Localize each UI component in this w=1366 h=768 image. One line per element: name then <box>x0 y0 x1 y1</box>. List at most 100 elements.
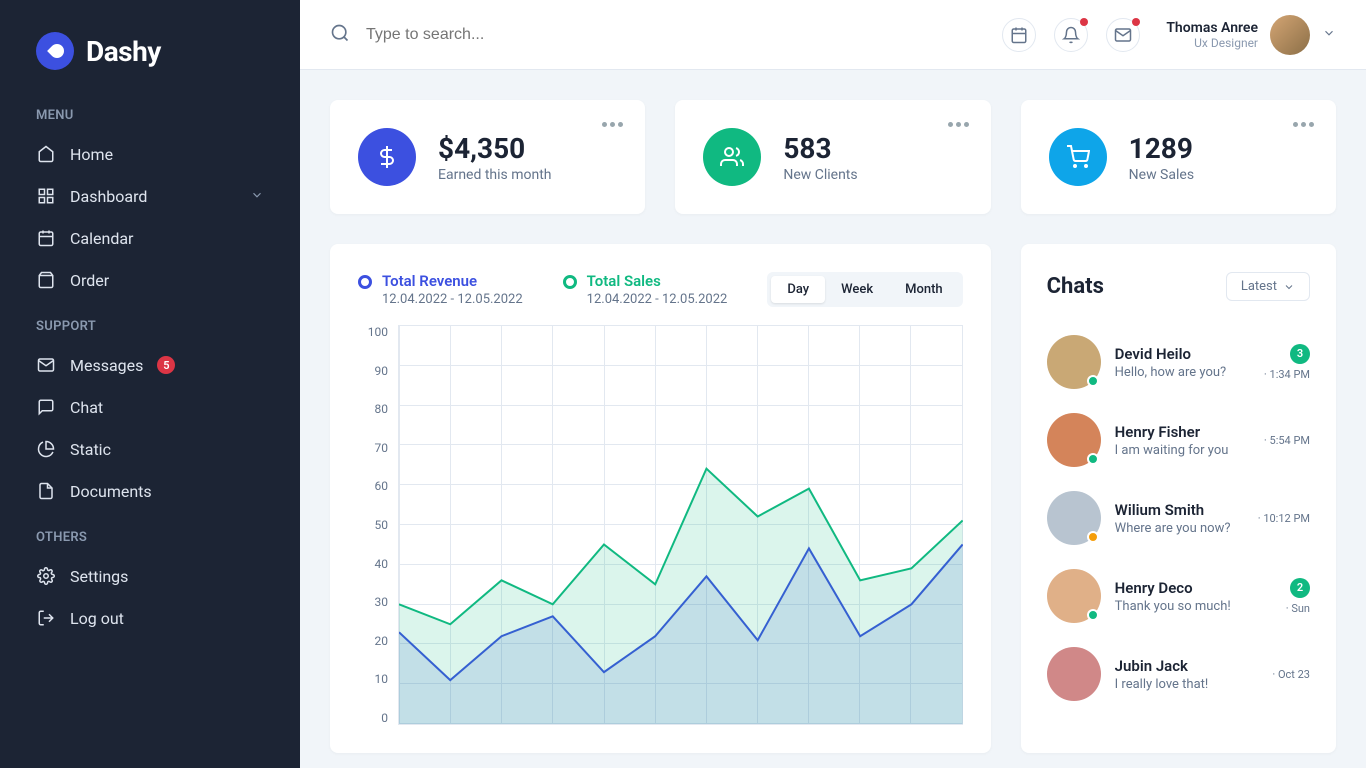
stat-value: $4,350 <box>438 132 552 165</box>
range-week[interactable]: Week <box>825 276 889 303</box>
support-section-label: SUPPORT <box>0 301 300 344</box>
chat-meta: · Oct 23 <box>1272 668 1310 681</box>
others-section-label: OTHERS <box>0 512 300 555</box>
y-tick: 0 <box>358 711 388 725</box>
chat-message: Hello, how are you? <box>1115 365 1250 380</box>
legend-range: 12.04.2022 - 12.05.2022 <box>587 292 728 307</box>
logout-icon <box>36 608 56 628</box>
chat-meta: · 10:12 PM <box>1258 512 1310 525</box>
chats-panel: Chats Latest Devid HeiloHello, how are y… <box>1021 244 1336 753</box>
header-calendar-icon[interactable] <box>1002 18 1036 52</box>
y-tick: 40 <box>358 557 388 571</box>
users-icon <box>703 128 761 186</box>
chevron-down-icon <box>1322 25 1336 44</box>
chat-time: · 5:54 PM <box>1264 434 1310 447</box>
y-tick: 30 <box>358 595 388 609</box>
chart-svg <box>399 325 963 724</box>
chat-item[interactable]: Devid HeiloHello, how are you? 3· 1:34 P… <box>1047 323 1310 401</box>
chat-item[interactable]: Henry Fisher I am waiting for you · 5:54 … <box>1047 401 1310 479</box>
mail-icon <box>36 355 56 375</box>
gear-icon <box>36 566 56 586</box>
nav-static[interactable]: Static <box>0 428 300 470</box>
content: $4,350Earned this month 583New Clients 1… <box>300 70 1366 768</box>
nav-documents[interactable]: Documents <box>0 470 300 512</box>
avatar <box>1270 15 1310 55</box>
stat-label: Earned this month <box>438 167 552 183</box>
nav-label: Static <box>70 440 111 459</box>
y-axis: 1009080706050403020100 <box>358 325 398 725</box>
nav-messages[interactable]: Messages 5 <box>0 344 300 386</box>
sidebar: Dashy MENU Home Dashboard Calendar Order… <box>0 0 300 768</box>
y-tick: 60 <box>358 479 388 493</box>
nav-label: Chat <box>70 398 103 417</box>
stat-earned: $4,350 Earned this month <box>330 100 645 214</box>
notification-dot <box>1132 18 1140 26</box>
chat-item[interactable]: Wilium SmithWhere are you now? · 10:12 P… <box>1047 479 1310 557</box>
legend-sales: Total Sales 12.04.2022 - 12.05.2022 <box>563 272 728 307</box>
range-month[interactable]: Month <box>889 276 959 303</box>
y-tick: 80 <box>358 402 388 416</box>
chat-name: Henry Deco <box>1115 579 1272 597</box>
avatar <box>1047 647 1101 701</box>
legend-dot-icon <box>563 275 577 289</box>
logo[interactable]: Dashy <box>0 0 300 90</box>
chats-sort[interactable]: Latest <box>1226 272 1310 301</box>
status-dot <box>1087 375 1099 387</box>
legend-title: Total Sales <box>587 272 728 290</box>
range-day[interactable]: Day <box>771 276 825 303</box>
legend-title: Total Revenue <box>382 272 523 290</box>
avatar <box>1047 569 1101 623</box>
chart-area: 1009080706050403020100 <box>358 325 963 725</box>
stat-label: New Clients <box>783 167 857 183</box>
card-menu-icon[interactable] <box>948 122 969 127</box>
user-name: Thomas Anree <box>1166 20 1258 36</box>
nav-chat[interactable]: Chat <box>0 386 300 428</box>
y-tick: 10 <box>358 672 388 686</box>
y-tick: 100 <box>358 325 388 339</box>
nav-order[interactable]: Order <box>0 259 300 301</box>
file-icon <box>36 481 56 501</box>
nav-settings[interactable]: Settings <box>0 555 300 597</box>
home-icon <box>36 144 56 164</box>
nav-label: Documents <box>70 482 152 501</box>
nav-label: Home <box>70 145 113 164</box>
chat-icon <box>36 397 56 417</box>
header-mail-icon[interactable] <box>1106 18 1140 52</box>
y-tick: 70 <box>358 441 388 455</box>
chat-time: · Oct 23 <box>1272 668 1310 681</box>
main: Thomas Anree Ux Designer $4,350 Earned th… <box>300 0 1366 768</box>
nav-dashboard[interactable]: Dashboard <box>0 175 300 217</box>
status-dot <box>1087 609 1099 621</box>
avatar <box>1047 491 1101 545</box>
card-menu-icon[interactable] <box>602 122 623 127</box>
bag-icon <box>36 270 56 290</box>
chat-list: Devid HeiloHello, how are you? 3· 1:34 P… <box>1047 323 1310 713</box>
dollar-icon <box>358 128 416 186</box>
chat-message: I am waiting for you <box>1115 443 1250 458</box>
user-menu[interactable]: Thomas Anree Ux Designer <box>1166 15 1336 55</box>
nav-logout[interactable]: Log out <box>0 597 300 639</box>
chat-meta: · 5:54 PM <box>1264 434 1310 447</box>
stat-sales: 1289New Sales <box>1021 100 1336 214</box>
nav-label: Log out <box>70 609 124 628</box>
nav-home[interactable]: Home <box>0 133 300 175</box>
search <box>330 23 984 47</box>
search-input[interactable] <box>366 26 984 44</box>
notifications-icon[interactable] <box>1054 18 1088 52</box>
chat-item[interactable]: Jubin JackI really love that! · Oct 23 <box>1047 635 1310 713</box>
nav-label: Messages <box>70 356 143 375</box>
grid-icon <box>36 186 56 206</box>
nav-calendar[interactable]: Calendar <box>0 217 300 259</box>
plot <box>398 325 963 725</box>
card-menu-icon[interactable] <box>1293 122 1314 127</box>
chats-title: Chats <box>1047 274 1104 299</box>
search-icon[interactable] <box>330 23 350 47</box>
chat-message: Where are you now? <box>1115 521 1244 536</box>
stat-value: 1289 <box>1129 132 1194 165</box>
status-dot <box>1087 531 1099 543</box>
chat-name: Henry Fisher <box>1115 423 1250 441</box>
header: Thomas Anree Ux Designer <box>300 0 1366 70</box>
nav-label: Order <box>70 271 109 290</box>
calendar-icon <box>36 228 56 248</box>
chat-item[interactable]: Henry DecoThank you so much! 2· Sun <box>1047 557 1310 635</box>
